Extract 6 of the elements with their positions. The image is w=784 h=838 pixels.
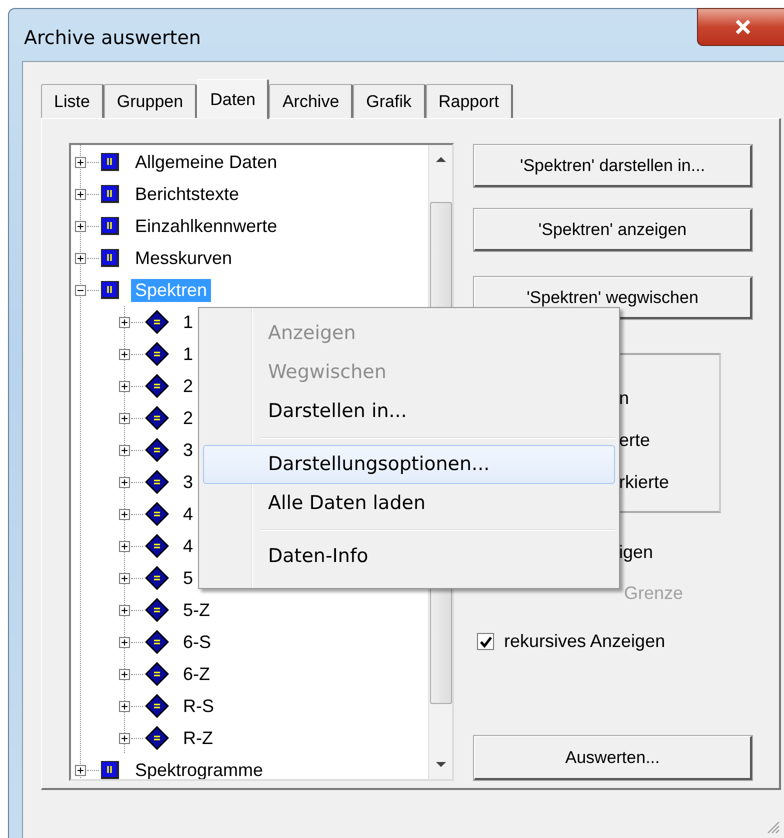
- option-label: igen: [619, 541, 654, 563]
- option-label: n: [619, 387, 630, 409]
- option-label: erte: [619, 429, 652, 451]
- option-label: rkierte: [619, 471, 670, 493]
- window-title: Archive auswerten: [24, 27, 201, 49]
- option-label: Grenze: [623, 582, 684, 604]
